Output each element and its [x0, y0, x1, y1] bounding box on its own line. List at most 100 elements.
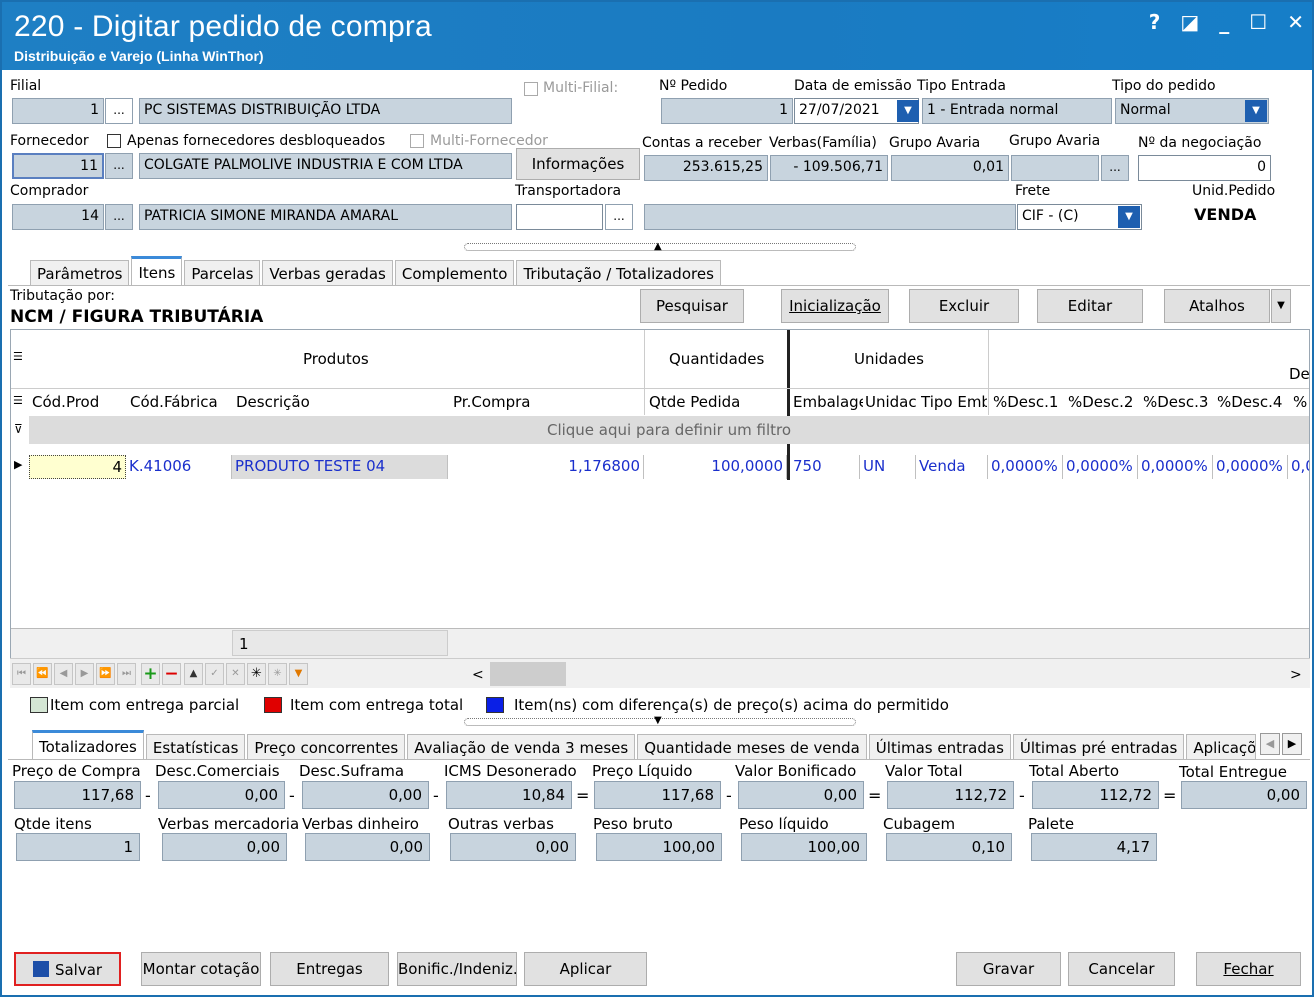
fornecedor-search-button[interactable]: ...	[105, 153, 133, 179]
comprador-search-button[interactable]: ...	[105, 204, 133, 230]
excluir-button[interactable]: Excluir	[909, 289, 1019, 323]
nav-prev-icon[interactable]: ◀	[54, 663, 73, 685]
pesquisar-button[interactable]: Pesquisar	[640, 289, 744, 323]
cell-cod-prod[interactable]: 4	[29, 455, 126, 479]
tab-parcelas[interactable]: Parcelas	[184, 260, 261, 286]
minimize-icon[interactable]: _	[1219, 10, 1229, 34]
nav-bookmark-icon[interactable]: ✳	[268, 663, 287, 685]
num-pedido-field[interactable]: 1	[661, 98, 793, 124]
col-cod-fabrica[interactable]: Cód.Fábrica	[130, 393, 218, 411]
frete-dropdown-icon[interactable]: ▼	[1118, 206, 1140, 228]
negociacao-field[interactable]: 0	[1138, 155, 1271, 181]
grupo-avaria-search-button[interactable]: ...	[1101, 155, 1129, 181]
scroll-left-icon[interactable]: <	[472, 667, 484, 683]
data-emissao-dropdown-icon[interactable]: ▼	[897, 100, 919, 122]
tab-itens[interactable]: Itens	[131, 256, 183, 286]
cell-descricao[interactable]: PRODUTO TESTE 04	[232, 455, 448, 479]
col-embalagem[interactable]: Embalage	[793, 393, 863, 411]
bonific-button[interactable]: Bonific./Indeniz.	[397, 952, 518, 986]
chevron-up-icon[interactable]: ▲	[654, 241, 662, 252]
filter-row[interactable]: Clique aqui para definir um filtro	[29, 416, 1309, 444]
cell-cod-fabrica[interactable]: K.41006	[126, 455, 232, 479]
nav-cancel-icon[interactable]: ✕	[226, 663, 245, 685]
atalhos-dropdown-icon[interactable]: ▼	[1271, 289, 1291, 323]
atalhos-button[interactable]: Atalhos	[1164, 289, 1270, 323]
cell-qtde-pedida[interactable]: 100,0000	[644, 455, 787, 479]
nav-add-icon[interactable]: +	[141, 663, 160, 685]
tab-preco-concorrentes[interactable]: Preço concorrentes	[247, 734, 406, 760]
tabs-scroll-left-icon[interactable]: ◀	[1260, 733, 1280, 755]
chevron-down-icon[interactable]: ▼	[654, 715, 662, 726]
gravar-button[interactable]: Gravar	[956, 952, 1061, 986]
help-icon[interactable]: ?	[1149, 10, 1161, 34]
tab-estatisticas[interactable]: Estatísticas	[145, 734, 246, 760]
col-tipo-emb[interactable]: Tipo Emb	[921, 393, 987, 411]
nav-next-page-icon[interactable]: ⏩	[96, 663, 115, 685]
cell-desc5[interactable]: 0,0	[1288, 455, 1309, 479]
tab-ultimas-entradas[interactable]: Últimas entradas	[868, 734, 1011, 760]
column-chooser-icon-2[interactable]: ☰	[13, 394, 23, 407]
nav-up-icon[interactable]: ▲	[184, 663, 203, 685]
restore-icon[interactable]: ◪	[1180, 10, 1199, 34]
nav-next-icon[interactable]: ▶	[75, 663, 94, 685]
montar-cotacao-button[interactable]: Montar cotação	[141, 952, 261, 986]
col-desc5[interactable]: %	[1293, 393, 1307, 411]
entregas-button[interactable]: Entregas	[270, 952, 389, 986]
multi-fornecedor-checkbox[interactable]	[410, 134, 424, 148]
informacoes-button[interactable]: Informações	[516, 148, 640, 180]
col-desc1[interactable]: %Desc.1	[993, 393, 1058, 411]
cell-desc3[interactable]: 0,0000%	[1138, 455, 1213, 479]
col-desc3[interactable]: %Desc.3	[1143, 393, 1208, 411]
tipo-pedido-dropdown-icon[interactable]: ▼	[1245, 100, 1267, 122]
nav-prev-page-icon[interactable]: ⏪	[33, 663, 52, 685]
col-desc2[interactable]: %Desc.2	[1068, 393, 1133, 411]
tab-avaliacao-venda[interactable]: Avaliação de venda 3 meses	[407, 734, 636, 760]
inicializacao-button[interactable]: Inicialização	[781, 289, 889, 323]
cell-desc4[interactable]: 0,0000%	[1213, 455, 1288, 479]
apenas-desbloqueados-checkbox[interactable]	[107, 134, 121, 148]
tab-quantidade-meses[interactable]: Quantidade meses de venda	[637, 734, 867, 760]
nav-first-icon[interactable]: ⏮	[12, 663, 31, 685]
transportadora-search-button[interactable]: ...	[605, 204, 633, 230]
close-icon[interactable]: ✕	[1287, 10, 1304, 34]
cell-unidade[interactable]: UN	[860, 455, 916, 479]
col-unidade[interactable]: Unidac	[865, 393, 917, 411]
col-pr-compra[interactable]: Pr.Compra	[453, 393, 530, 411]
col-desc4[interactable]: %Desc.4	[1217, 393, 1282, 411]
tab-parametros[interactable]: Parâmetros	[30, 260, 130, 286]
multi-filial-checkbox[interactable]	[524, 82, 538, 96]
cell-desc2[interactable]: 0,0000%	[1063, 455, 1138, 479]
nav-filter-icon[interactable]: ▼	[289, 663, 308, 685]
tab-verbas-geradas[interactable]: Verbas geradas	[262, 260, 393, 286]
filial-code-field[interactable]: 1	[12, 98, 104, 124]
tab-totalizadores[interactable]: Totalizadores	[32, 730, 144, 760]
editar-button[interactable]: Editar	[1037, 289, 1143, 323]
nav-last-icon[interactable]: ⏭	[117, 663, 136, 685]
scroll-right-icon[interactable]: >	[1290, 667, 1302, 683]
fechar-button[interactable]: Fechar	[1196, 952, 1301, 986]
cancelar-button[interactable]: Cancelar	[1068, 952, 1175, 986]
comprador-code-field[interactable]: 14	[12, 204, 104, 230]
horizontal-scrollbar-thumb[interactable]	[490, 662, 566, 686]
transportadora-code-field[interactable]	[516, 204, 603, 230]
column-chooser-icon[interactable]: ☰	[13, 350, 23, 363]
fornecedor-code-field[interactable]: 11	[12, 153, 104, 179]
tab-ultimas-pre-entradas[interactable]: Últimas pré entradas	[1012, 734, 1185, 760]
col-qtde-pedida[interactable]: Qtde Pedida	[649, 393, 740, 411]
col-descricao[interactable]: Descrição	[236, 393, 310, 411]
cell-tipo-emb[interactable]: Venda	[916, 455, 988, 479]
filter-icon[interactable]: ⊽	[14, 422, 23, 436]
maximize-icon[interactable]: ☐	[1249, 10, 1267, 34]
filial-search-button[interactable]: ...	[105, 98, 133, 124]
salvar-button[interactable]: Salvar	[14, 952, 121, 986]
nav-delete-icon[interactable]: −	[162, 663, 181, 685]
nav-refresh-icon[interactable]: ✳	[247, 663, 266, 685]
nav-confirm-icon[interactable]: ✓	[205, 663, 224, 685]
cell-embalagem[interactable]: 750	[790, 455, 860, 479]
aplicar-button[interactable]: Aplicar	[524, 952, 647, 986]
tab-tributacao[interactable]: Tributação / Totalizadores	[516, 260, 721, 286]
tipo-entrada-field[interactable]: 1 - Entrada normal	[922, 98, 1112, 124]
cell-desc1[interactable]: 0,0000%	[988, 455, 1063, 479]
tab-aplicacoes[interactable]: Aplicaçõe	[1186, 734, 1257, 760]
grupo-avaria-2-field[interactable]	[1011, 155, 1099, 181]
